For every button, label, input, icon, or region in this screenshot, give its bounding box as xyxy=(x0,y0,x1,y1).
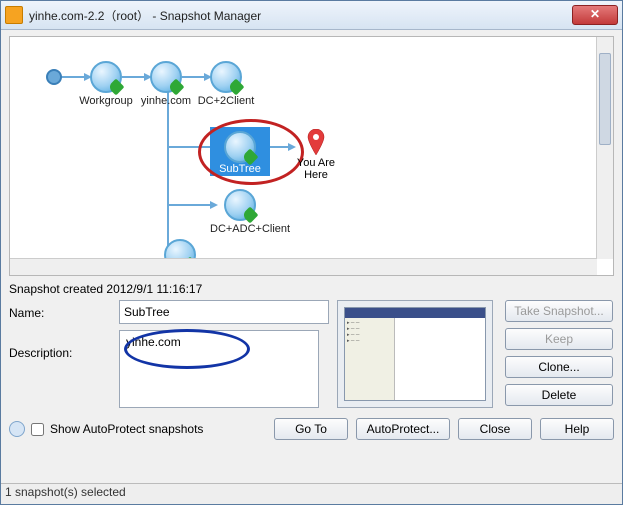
snapshot-manager-window: yinhe.com-2.2（root） - Snapshot Manager ✕ xyxy=(0,0,623,505)
snapshot-icon xyxy=(210,61,242,93)
titlebar: yinhe.com-2.2（root） - Snapshot Manager ✕ xyxy=(1,1,622,30)
status-bar: 1 snapshot(s) selected xyxy=(1,483,622,504)
close-button[interactable]: Close xyxy=(458,418,532,440)
snapshot-node-subtree[interactable]: SubTree xyxy=(210,127,270,176)
snapshot-tree[interactable]: Workgroup yinhe.com DC+2Client SubTree xyxy=(10,37,597,259)
go-to-button[interactable]: Go To xyxy=(274,418,348,440)
snapshot-label: SubTree xyxy=(210,163,270,175)
autoprotect-button[interactable]: AutoProtect... xyxy=(356,418,450,440)
snapshot-icon xyxy=(224,131,256,163)
snapshot-node-yinhe[interactable]: yinhe.com xyxy=(136,61,196,107)
pin-icon xyxy=(307,129,325,155)
content-area: Workgroup yinhe.com DC+2Client SubTree xyxy=(1,30,622,483)
help-button[interactable]: Help xyxy=(540,418,614,440)
you-are-here-label: You Are Here xyxy=(288,157,344,181)
snapshot-node-dcadcclient[interactable]: DC+ADC+Client xyxy=(210,189,270,235)
show-autoprotect-label: Show AutoProtect snapshots xyxy=(50,422,203,436)
tree-root-dot xyxy=(46,69,62,85)
tree-scrollbar-vertical[interactable] xyxy=(596,37,613,259)
scrollbar-thumb[interactable] xyxy=(599,53,611,145)
window-close-button[interactable]: ✕ xyxy=(572,5,618,25)
tree-scrollbar-horizontal[interactable] xyxy=(10,258,597,275)
snapshot-description-text: yinhe.com xyxy=(126,335,181,349)
snapshot-created-label: Snapshot created 2012/9/1 11:16:17 xyxy=(9,282,614,296)
snapshot-label: DC+ADC+Client xyxy=(210,223,270,235)
name-label: Name: xyxy=(9,306,119,320)
thumbnail-preview: ▸ ─ ─▸ ─ ─▸ ─ ─▸ ─ ─ xyxy=(344,307,486,401)
snapshot-tree-panel: Workgroup yinhe.com DC+2Client SubTree xyxy=(9,36,614,276)
snapshot-node-workgroup[interactable]: Workgroup xyxy=(76,61,136,107)
snapshot-name-input[interactable] xyxy=(119,300,329,324)
delete-button[interactable]: Delete xyxy=(505,384,613,406)
snapshot-icon xyxy=(150,61,182,93)
snapshot-label: yinhe.com xyxy=(136,95,196,107)
show-autoprotect-checkbox[interactable] xyxy=(31,423,44,436)
snapshot-icon xyxy=(90,61,122,93)
keep-button[interactable]: Keep xyxy=(505,328,613,350)
description-label: Description: xyxy=(9,346,119,360)
snapshot-description-box[interactable]: yinhe.com xyxy=(119,330,319,408)
window-title: yinhe.com-2.2（root） - Snapshot Manager xyxy=(29,7,572,24)
snapshot-node-dc2client[interactable]: DC+2Client xyxy=(196,61,256,107)
snapshot-details: Snapshot created 2012/9/1 11:16:17 Name:… xyxy=(9,282,614,408)
dialog-footer: Show AutoProtect snapshots Go To AutoPro… xyxy=(9,418,614,440)
snapshot-icon xyxy=(224,189,256,221)
you-are-here-marker[interactable]: You Are Here xyxy=(288,129,344,181)
snapshot-label: Workgroup xyxy=(76,95,136,107)
snapshot-thumbnail: ▸ ─ ─▸ ─ ─▸ ─ ─▸ ─ ─ xyxy=(337,300,493,408)
snapshot-label: DC+2Client xyxy=(196,95,256,107)
clone-button[interactable]: Clone... xyxy=(505,356,613,378)
info-icon xyxy=(9,421,25,437)
status-text: 1 snapshot(s) selected xyxy=(5,485,126,499)
app-icon xyxy=(5,6,23,24)
take-snapshot-button[interactable]: Take Snapshot... xyxy=(505,300,613,322)
